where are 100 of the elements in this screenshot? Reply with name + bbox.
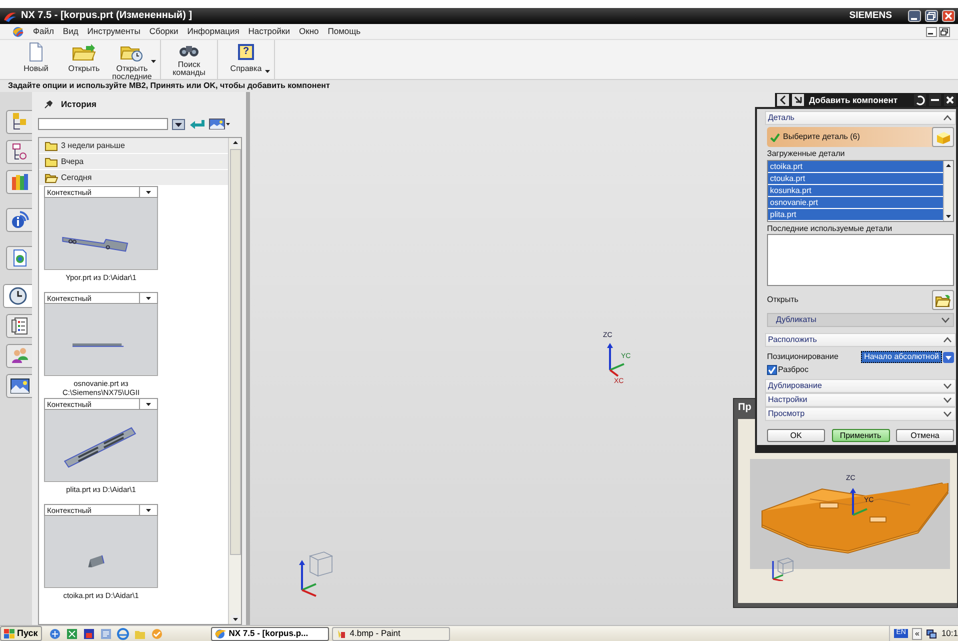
check-icon	[768, 366, 776, 374]
part-thumbnail[interactable]	[44, 198, 158, 270]
reset-icon[interactable]	[914, 94, 926, 106]
resource-tab[interactable]	[3, 284, 32, 308]
section-header[interactable]: Дублирование	[765, 379, 956, 394]
resource-tab[interactable]	[6, 110, 32, 134]
dialog-button[interactable]: Отмена	[896, 429, 954, 442]
menu-item[interactable]: Вид	[62, 26, 78, 37]
dialog-title: Добавить компонент	[809, 94, 898, 106]
resource-tab[interactable]	[6, 246, 32, 270]
history-group[interactable]: Вчера	[39, 154, 228, 170]
part-thumbnail[interactable]	[44, 410, 158, 482]
menu-item[interactable]: Настройки	[248, 26, 290, 37]
preview-title: Пр	[737, 401, 752, 415]
restore-icon[interactable]	[939, 26, 950, 36]
dialog-button[interactable]: OK	[767, 429, 825, 442]
scroll-up-icon[interactable]	[230, 138, 240, 147]
menu-item[interactable]: Информация	[187, 26, 240, 37]
section-header[interactable]: Деталь	[765, 111, 956, 125]
field-label: Загруженные детали	[767, 149, 846, 159]
folder-icon	[935, 294, 951, 307]
paint-brush-icon	[336, 628, 347, 638]
back-icon[interactable]	[777, 94, 789, 106]
roles-icon	[10, 346, 30, 366]
resource-tab[interactable]	[6, 140, 32, 164]
toolbar-button[interactable]: Открыть последние	[108, 40, 156, 79]
scrollbar-thumb[interactable]	[230, 149, 240, 555]
caret-icon	[146, 190, 151, 194]
clock-text: 10:1	[941, 628, 958, 639]
minimize-icon[interactable]	[926, 26, 937, 36]
folder-icon	[45, 140, 58, 150]
toolbar-button[interactable]: Поиск команды	[165, 40, 213, 79]
field-label: Позиционирование	[767, 352, 838, 362]
folder-icon	[72, 43, 96, 61]
info-icon	[10, 210, 30, 230]
resource-tab[interactable]	[6, 314, 32, 338]
scroll-up-icon[interactable]	[944, 160, 953, 170]
open-button[interactable]	[932, 290, 954, 310]
quick-launch-icon[interactable]	[116, 628, 129, 640]
toolbar-button[interactable]: Открыть	[60, 40, 108, 79]
start-button[interactable]: Пуск	[0, 626, 42, 641]
recent-parts-list[interactable]	[767, 234, 954, 286]
quick-launch-icon[interactable]	[48, 628, 61, 640]
menu-item[interactable]: Инструменты	[87, 26, 140, 37]
app-logo-icon	[3, 10, 17, 22]
process-icon	[10, 316, 30, 336]
menu-item[interactable]: Помощь	[328, 26, 361, 37]
app-menu-icon[interactable]	[12, 26, 24, 37]
caret-icon	[146, 402, 151, 406]
part-thumbnail[interactable]	[44, 304, 158, 376]
toolbar-button[interactable]: Новый	[12, 40, 60, 79]
history-search-field[interactable]	[38, 118, 168, 130]
window-title: NX 7.5 - [korpus.prt (Измененный) ]	[21, 10, 192, 22]
dialog-button[interactable]: Применить	[832, 429, 890, 442]
picture-view-icon[interactable]	[209, 118, 231, 130]
scroll-down-icon[interactable]	[944, 212, 953, 221]
quick-launch-icon[interactable]	[82, 628, 95, 640]
windows-logo-icon	[4, 628, 15, 638]
taskbar-button[interactable]: NX 7.5 - [korpus.p...	[210, 626, 329, 640]
clock-icon	[8, 286, 28, 306]
resource-tab[interactable]	[6, 208, 32, 232]
menu-item[interactable]: Сборки	[149, 26, 178, 37]
section-header[interactable]: Просмотр	[765, 407, 956, 422]
subsection-header[interactable]: Дубликаты	[767, 313, 954, 328]
menu-item[interactable]: Файл	[33, 26, 54, 37]
caret-icon	[146, 296, 151, 300]
library-icon	[10, 172, 30, 192]
list-item[interactable]: kosunka.prt	[768, 184, 943, 197]
help-icon: ?	[238, 44, 254, 60]
minimize-icon[interactable]	[908, 10, 921, 22]
selection-step[interactable]: Выберите деталь (6)	[767, 127, 954, 147]
minimize-icon[interactable]	[929, 94, 941, 106]
list-item[interactable]: ctouka.prt	[768, 172, 943, 185]
history-group[interactable]: 3 недели раньше	[39, 138, 228, 154]
folder-icon	[45, 156, 58, 166]
list-item[interactable]: ctoika.prt	[768, 160, 943, 173]
maximize-icon[interactable]	[925, 10, 938, 22]
network-icon[interactable]	[926, 628, 938, 638]
taskbar-button[interactable]: 4.bmp - Paint	[332, 626, 450, 640]
section-header[interactable]: Настройки	[765, 393, 956, 408]
menu-item[interactable]: Окно	[298, 26, 319, 37]
section-header[interactable]: Расположить	[765, 333, 956, 348]
history-group[interactable]: Сегодня	[39, 170, 228, 186]
pin-icon	[44, 100, 53, 108]
close-icon[interactable]	[942, 10, 955, 22]
scroll-down-icon[interactable]	[230, 615, 240, 624]
pointer-arrow-icon[interactable]	[792, 94, 804, 106]
resource-tab[interactable]	[6, 374, 32, 398]
close-icon[interactable]	[944, 94, 956, 106]
scatter-checkbox[interactable]: Разброс	[767, 365, 954, 376]
tray-toggle[interactable]: «	[912, 628, 922, 640]
list-item[interactable]: plita.prt	[768, 208, 943, 221]
part-thumbnail[interactable]	[44, 516, 158, 588]
field-label: Открыть	[767, 295, 798, 305]
list-item[interactable]: osnovanie.prt	[768, 196, 943, 209]
app-logo-icon	[214, 628, 226, 638]
visual-icon	[10, 376, 30, 396]
quick-launch-icon[interactable]	[66, 628, 78, 640]
toolbar-button[interactable]: ? Справка	[222, 40, 270, 79]
brand-label: SIEMENS	[849, 10, 892, 22]
